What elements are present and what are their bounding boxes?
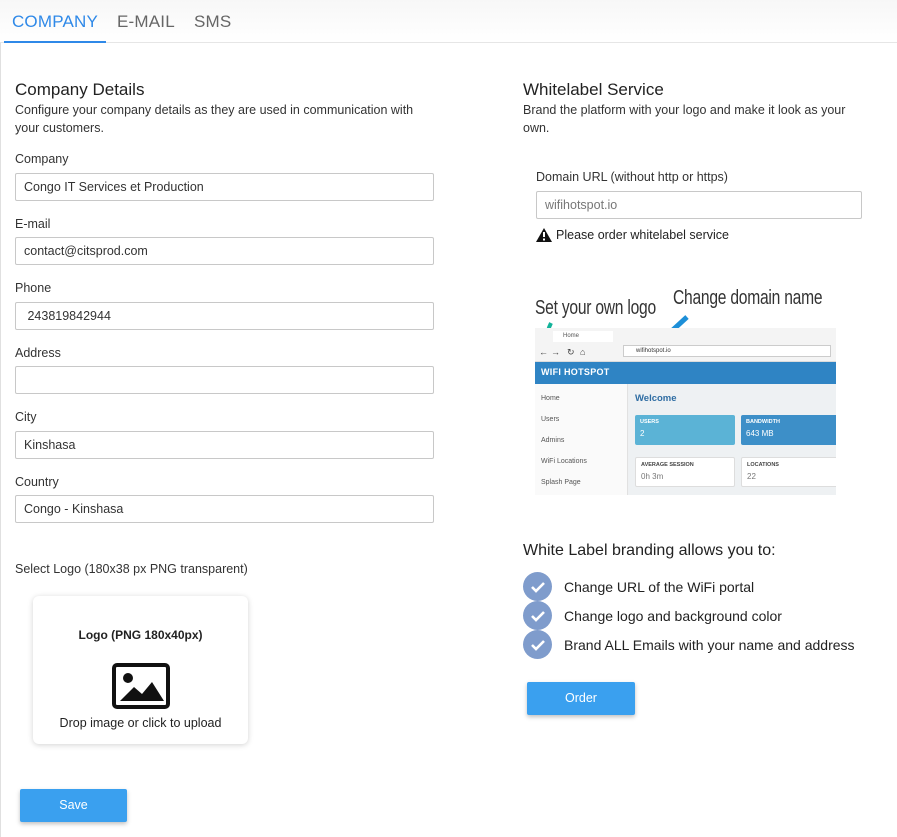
email-input[interactable]: contact@citsprod.com	[15, 237, 434, 265]
check-icon	[523, 601, 552, 630]
warning-icon	[536, 228, 552, 242]
company-details-description-line2: your customers.	[15, 121, 104, 135]
preview-card-title: AVERAGE SESSION	[641, 462, 694, 468]
feature-text: Change logo and background color	[564, 607, 782, 624]
tab-sms[interactable]: SMS	[194, 0, 231, 43]
feature-text: Change URL of the WiFi portal	[564, 578, 755, 595]
phone-input[interactable]: 243819842944	[15, 302, 434, 330]
logo-dropzone-hint: Drop image or click to upload	[59, 716, 222, 730]
preview-card-session: AVERAGE SESSION 0h 3m	[635, 457, 735, 487]
feature-item: Brand ALL Emails with your name and addr…	[523, 630, 855, 659]
save-button[interactable]: Save	[20, 789, 127, 822]
page-divider	[0, 43, 1, 837]
preview-tab: Home	[553, 331, 613, 342]
whitelabel-title: Whitelabel Service	[523, 80, 664, 99]
preview-card-title: LOCATIONS	[747, 462, 779, 468]
country-input[interactable]: Congo - Kinshasa	[15, 495, 434, 523]
preview-sidebar-item: Users	[541, 416, 560, 423]
logo-dropzone-title: Logo (PNG 180x40px)	[78, 628, 203, 642]
preview-sidebar-item: Admins	[541, 437, 565, 444]
whitelabel-description-line2: own.	[523, 121, 550, 135]
check-icon	[523, 572, 552, 601]
preview-card-value: 0h 3m	[641, 472, 664, 481]
preview-card-title: BANDWIDTH	[746, 419, 780, 425]
whitelabel-illustration: Set your own logo Change domain name Hom…	[535, 285, 836, 495]
country-label: Country	[15, 475, 59, 489]
whitelabel-description-line1: Brand the platform with your logo and ma…	[523, 103, 846, 117]
preview-sidebar-item: WiFi Locations	[541, 458, 587, 465]
forward-icon: →	[551, 347, 560, 357]
feature-item: Change logo and background color	[523, 601, 782, 630]
domain-label: Domain URL (without http or https)	[536, 170, 728, 184]
city-label: City	[15, 410, 37, 424]
back-icon: ←	[539, 347, 548, 357]
address-label: Address	[15, 346, 61, 360]
tab-email[interactable]: E-MAIL	[117, 0, 175, 43]
preview-sidebar-item: Home	[541, 395, 560, 402]
company-label: Company	[15, 152, 69, 166]
company-input[interactable]: Congo IT Services et Production	[15, 173, 434, 201]
preview-sidebar-item: Splash Page	[541, 479, 581, 486]
domain-input[interactable]: wifihotspot.io	[536, 191, 862, 219]
preview-card-value: 643 MB	[746, 429, 774, 438]
preview-card-title: USERS	[640, 419, 659, 425]
warning-text: Please order whitelabel service	[556, 228, 730, 242]
home-icon: ⌂	[580, 347, 586, 357]
preview-card-users: USERS 2	[635, 415, 735, 445]
image-icon	[112, 663, 170, 709]
preview-main: Welcome USERS 2 BANDWIDTH 643 MB AVERAGE…	[629, 384, 836, 495]
order-button[interactable]: Order	[527, 682, 635, 715]
features-title: White Label branding allows you to:	[523, 542, 776, 559]
feature-text: Brand ALL Emails with your name and addr…	[564, 636, 855, 653]
company-details-title: Company Details	[15, 80, 145, 99]
preview-brand: WIFI HOTSPOT	[541, 367, 610, 377]
preview-card-value: 2	[640, 429, 645, 438]
phone-label: Phone	[15, 281, 52, 295]
whitelabel-warning: Please order whitelabel service	[536, 228, 729, 242]
preview-card-bandwidth: BANDWIDTH 643 MB	[741, 415, 836, 445]
logo-label: Select Logo (180x38 px PNG transparent)	[15, 562, 248, 576]
preview-url-bar: wifihotspot.io	[623, 345, 831, 357]
city-input[interactable]: Kinshasa	[15, 431, 434, 459]
check-icon	[523, 630, 552, 659]
logo-dropzone[interactable]: Logo (PNG 180x40px) Drop image or click …	[33, 596, 248, 744]
tab-company[interactable]: COMPANY	[4, 0, 106, 43]
company-details-description-line1: Configure your company details as they a…	[15, 103, 414, 117]
preview-sidebar: Home Users Admins WiFi Locations Splash …	[535, 384, 628, 495]
dashboard-preview: Home ← → ↻ ⌂ wifihotspot.io WIFI HOTSPOT…	[535, 328, 836, 495]
tab-bar: COMPANY E-MAIL SMS	[0, 0, 897, 43]
preview-browser-bar: Home ← → ↻ ⌂ wifihotspot.io	[535, 328, 836, 362]
preview-welcome: Welcome	[635, 393, 677, 404]
feature-item: Change URL of the WiFi portal	[523, 572, 754, 601]
address-input[interactable]	[15, 366, 434, 394]
email-label: E-mail	[15, 217, 51, 231]
reload-icon: ↻	[567, 347, 575, 357]
preview-card-locations: LOCATIONS 22	[741, 457, 836, 487]
preview-card-value: 22	[747, 472, 756, 481]
preview-app-header: WIFI HOTSPOT	[535, 362, 836, 384]
